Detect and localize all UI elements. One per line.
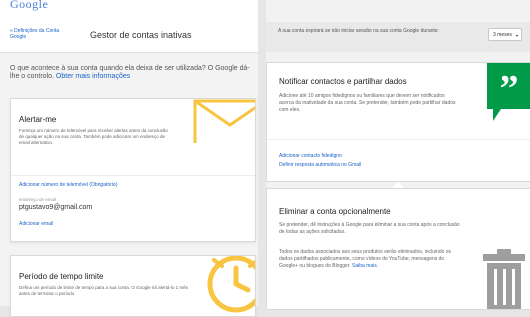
clock-icon <box>207 256 255 313</box>
notify-card-title: Notificar contactos e partilhar dados <box>279 77 407 86</box>
alert-card: Alertar-me Forneça um número de telemóve… <box>10 98 256 242</box>
envelope-icon <box>193 99 255 143</box>
learn-more-link[interactable]: Obter mais informações <box>56 73 130 80</box>
notify-card-description: Adicione até 10 amigos fidedignos ou fam… <box>279 93 456 113</box>
delete-card-details: Todos os dados associados aos seus produ… <box>279 249 461 270</box>
timeout-selected-value: 3 meses <box>493 32 512 38</box>
notify-divider <box>267 139 530 140</box>
page-title: Gestor de contas inativas <box>90 30 192 40</box>
notify-contacts-card: Notificar contactos e partilhar dados Ad… <box>266 62 530 182</box>
timeout-months-select[interactable]: 3 meses ▾ <box>488 28 522 41</box>
add-phone-link[interactable]: Adicionar número de telemóvel (Obrigatór… <box>19 182 117 188</box>
account-settings-link[interactable]: « Definições da Conta Google <box>10 28 72 40</box>
alert-card-description: Forneça um número de telemóvel para rece… <box>19 128 168 145</box>
timeout-info-text: A sua conta expirará se não iniciar sess… <box>278 28 439 34</box>
trash-icon <box>483 249 525 309</box>
add-trusted-contact-link[interactable]: Adicionar contacto fidedigno <box>279 153 342 159</box>
gmail-auto-reply-link[interactable]: Definir resposta automática no Gmail <box>279 162 361 168</box>
delete-card-description: Se pretender, dê instruções à Google par… <box>279 222 460 235</box>
email-value[interactable]: ptgustavo9@gmail.com <box>19 204 92 211</box>
intro-text: O que acontece à sua conta quando ela de… <box>10 65 252 81</box>
delete-learn-more-link[interactable]: Saiba mais. <box>352 263 378 269</box>
delete-account-card: Eliminar a conta opcionalmente Se preten… <box>266 188 530 310</box>
quote-icon: ” <box>487 63 530 121</box>
period-card-description: Defina um período de limite de tempo par… <box>19 285 188 296</box>
email-label: endereço de email <box>19 197 57 202</box>
svg-text:”: ” <box>500 68 519 110</box>
delete-card-title: Eliminar a conta opcionalmente <box>279 207 391 216</box>
add-email-link[interactable]: Adicionar email <box>19 221 53 227</box>
alert-card-title: Alertar-me <box>19 115 57 124</box>
timeout-period-card: Período de tempo limite Defina um períod… <box>10 255 256 317</box>
google-logo[interactable]: Google <box>10 0 48 12</box>
dropdown-arrow-icon: ▾ <box>515 33 518 38</box>
period-card-title: Período de tempo limite <box>19 272 104 281</box>
top-bar: Google « Definições da Conta Google Gest… <box>0 0 258 53</box>
alert-divider <box>11 175 255 176</box>
